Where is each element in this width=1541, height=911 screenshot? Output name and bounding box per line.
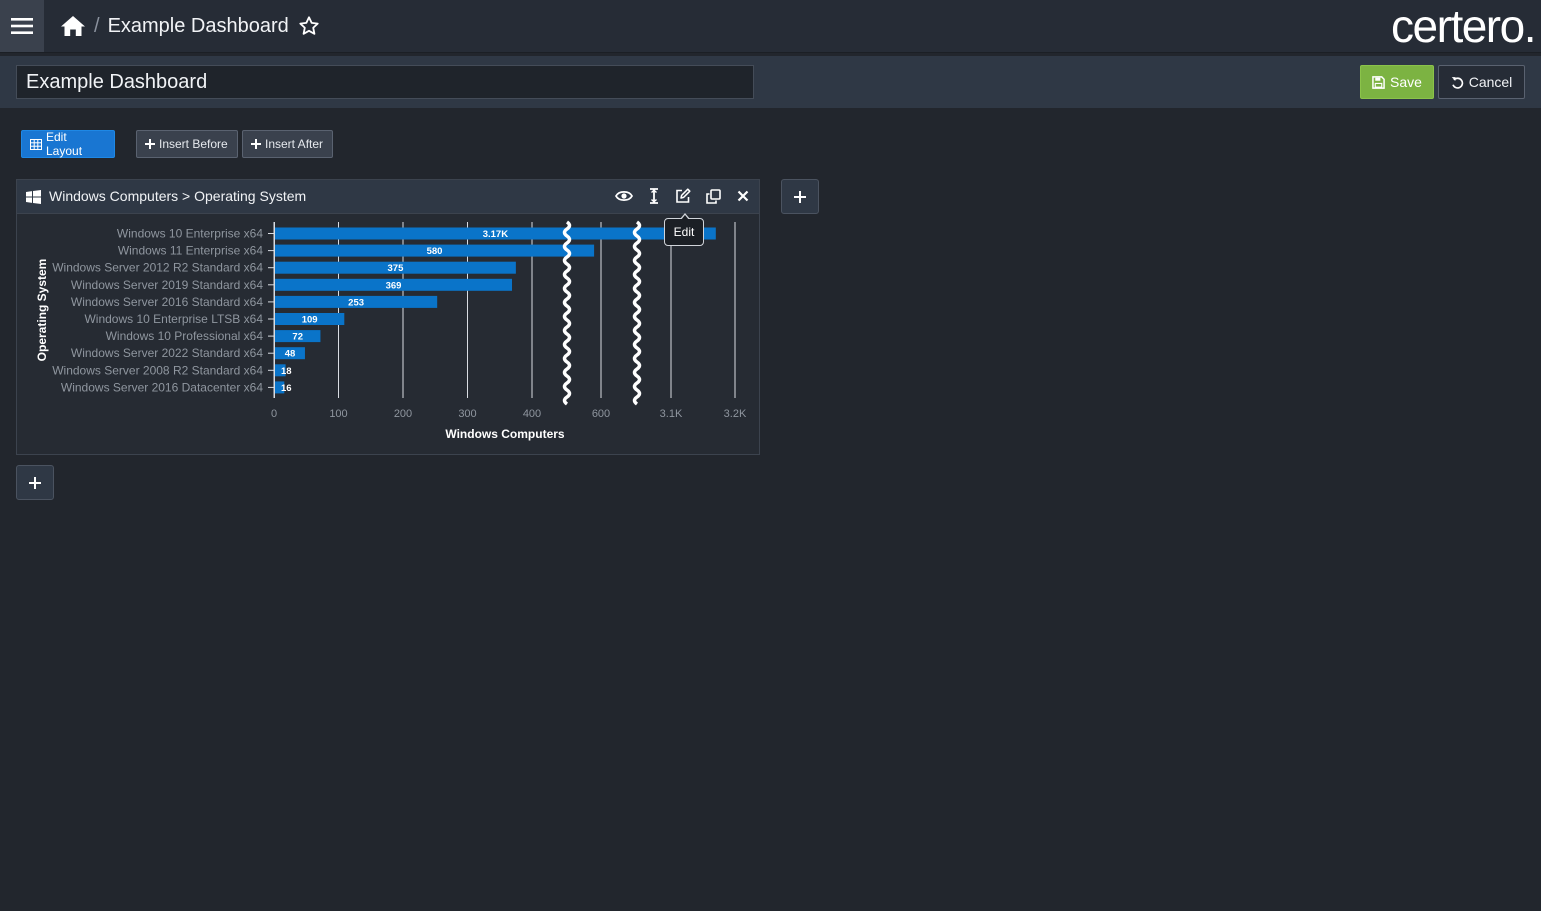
edit-layout-button[interactable]: Edit Layout [21, 130, 115, 158]
data-label: 375 [388, 263, 405, 274]
plus-icon [794, 190, 806, 203]
home-icon[interactable] [60, 15, 86, 37]
dashboard-title-bar: Save Cancel [0, 56, 1541, 108]
x-tick-label: 3.2K [724, 408, 747, 420]
data-label: 109 [302, 315, 318, 326]
data-label: 369 [386, 280, 402, 291]
edit-tooltip: Edit [664, 213, 704, 246]
category-label: Windows 10 Enterprise LTSB x64 [84, 312, 263, 326]
category-label: Windows 11 Enterprise x64 [118, 244, 264, 258]
certero-logo: certero. [1391, 0, 1536, 52]
widget-close-button[interactable] [734, 187, 752, 205]
favorite-button[interactable] [298, 15, 320, 37]
star-outline-icon [299, 16, 319, 35]
data-label: 3.17K [483, 229, 508, 240]
insert-before-label: Insert Before [159, 137, 228, 151]
data-label: 48 [285, 349, 296, 360]
breadcrumb-separator: / [94, 14, 100, 37]
add-widget-below-button[interactable] [16, 465, 54, 500]
x-tick-label: 200 [394, 408, 412, 420]
plus-icon [29, 476, 41, 489]
axis-break-marker [632, 220, 642, 406]
insert-after-label: Insert After [265, 137, 324, 151]
category-label: Windows 10 Professional x64 [106, 329, 264, 343]
category-label: Windows Server 2016 Standard x64 [71, 295, 263, 309]
data-label: 580 [427, 246, 443, 257]
x-axis-title: Windows Computers [445, 427, 565, 441]
top-bar: / Example Dashboard certero. [0, 0, 1541, 53]
cancel-button[interactable]: Cancel [1438, 65, 1525, 99]
grid-icon [30, 138, 42, 150]
insert-before-button[interactable]: Insert Before [136, 130, 238, 158]
y-axis-title: Operating System [35, 259, 49, 362]
clone-icon [705, 188, 721, 204]
widget-header[interactable]: Windows Computers > Operating System [17, 180, 759, 214]
widget-edit-button[interactable] [674, 187, 692, 205]
close-icon [737, 190, 749, 202]
eye-icon [615, 190, 633, 202]
data-label: 72 [292, 332, 303, 343]
add-widget-right-button[interactable] [781, 179, 819, 214]
floppy-disk-icon [1372, 75, 1385, 89]
category-label: Windows Server 2012 R2 Standard x64 [52, 261, 263, 275]
resize-icon [650, 188, 658, 204]
save-button[interactable]: Save [1360, 65, 1434, 99]
category-label: Windows Server 2008 R2 Standard x64 [52, 363, 263, 377]
save-label: Save [1390, 74, 1422, 90]
hamburger-icon [11, 18, 33, 34]
undo-icon [1451, 76, 1463, 89]
widget-resize-button[interactable] [645, 187, 663, 205]
category-label: Windows Server 2016 Datacenter x64 [61, 380, 263, 394]
data-label: 253 [348, 297, 364, 308]
axis-break-marker [562, 220, 572, 406]
x-tick-label: 0 [271, 408, 277, 420]
windows-logo-icon [26, 190, 41, 204]
plus-icon [251, 139, 261, 149]
x-tick-label: 300 [458, 408, 476, 420]
x-tick-label: 600 [592, 408, 610, 420]
data-label: 16 [281, 383, 292, 394]
widget-preview-button[interactable] [615, 187, 633, 205]
main-menu-button[interactable] [0, 0, 44, 52]
cancel-label: Cancel [1468, 74, 1513, 90]
widget-clone-button[interactable] [704, 187, 722, 205]
dashboard-name-input[interactable] [16, 65, 754, 99]
x-tick-label: 100 [329, 408, 347, 420]
breadcrumb-current: Example Dashboard [107, 14, 289, 37]
widget-title: Windows Computers > Operating System [49, 188, 307, 204]
insert-after-button[interactable]: Insert After [242, 130, 333, 158]
plus-icon [145, 139, 155, 149]
category-label: Windows Server 2022 Standard x64 [71, 346, 263, 360]
category-label: Windows Server 2019 Standard x64 [71, 278, 263, 292]
x-tick-label: 400 [523, 408, 541, 420]
edit-layout-label: Edit Layout [46, 130, 83, 158]
category-label: Windows 10 Enterprise x64 [117, 227, 263, 241]
data-label: 18 [281, 366, 292, 377]
breadcrumb: / Example Dashboard [60, 0, 320, 52]
edit-icon [676, 188, 691, 203]
operating-system-bar-chart: 0 100 200 300 400 600 3.1K 3.2K Windows 10 Enter… [35, 220, 747, 441]
x-tick-label: 3.1K [660, 408, 683, 420]
